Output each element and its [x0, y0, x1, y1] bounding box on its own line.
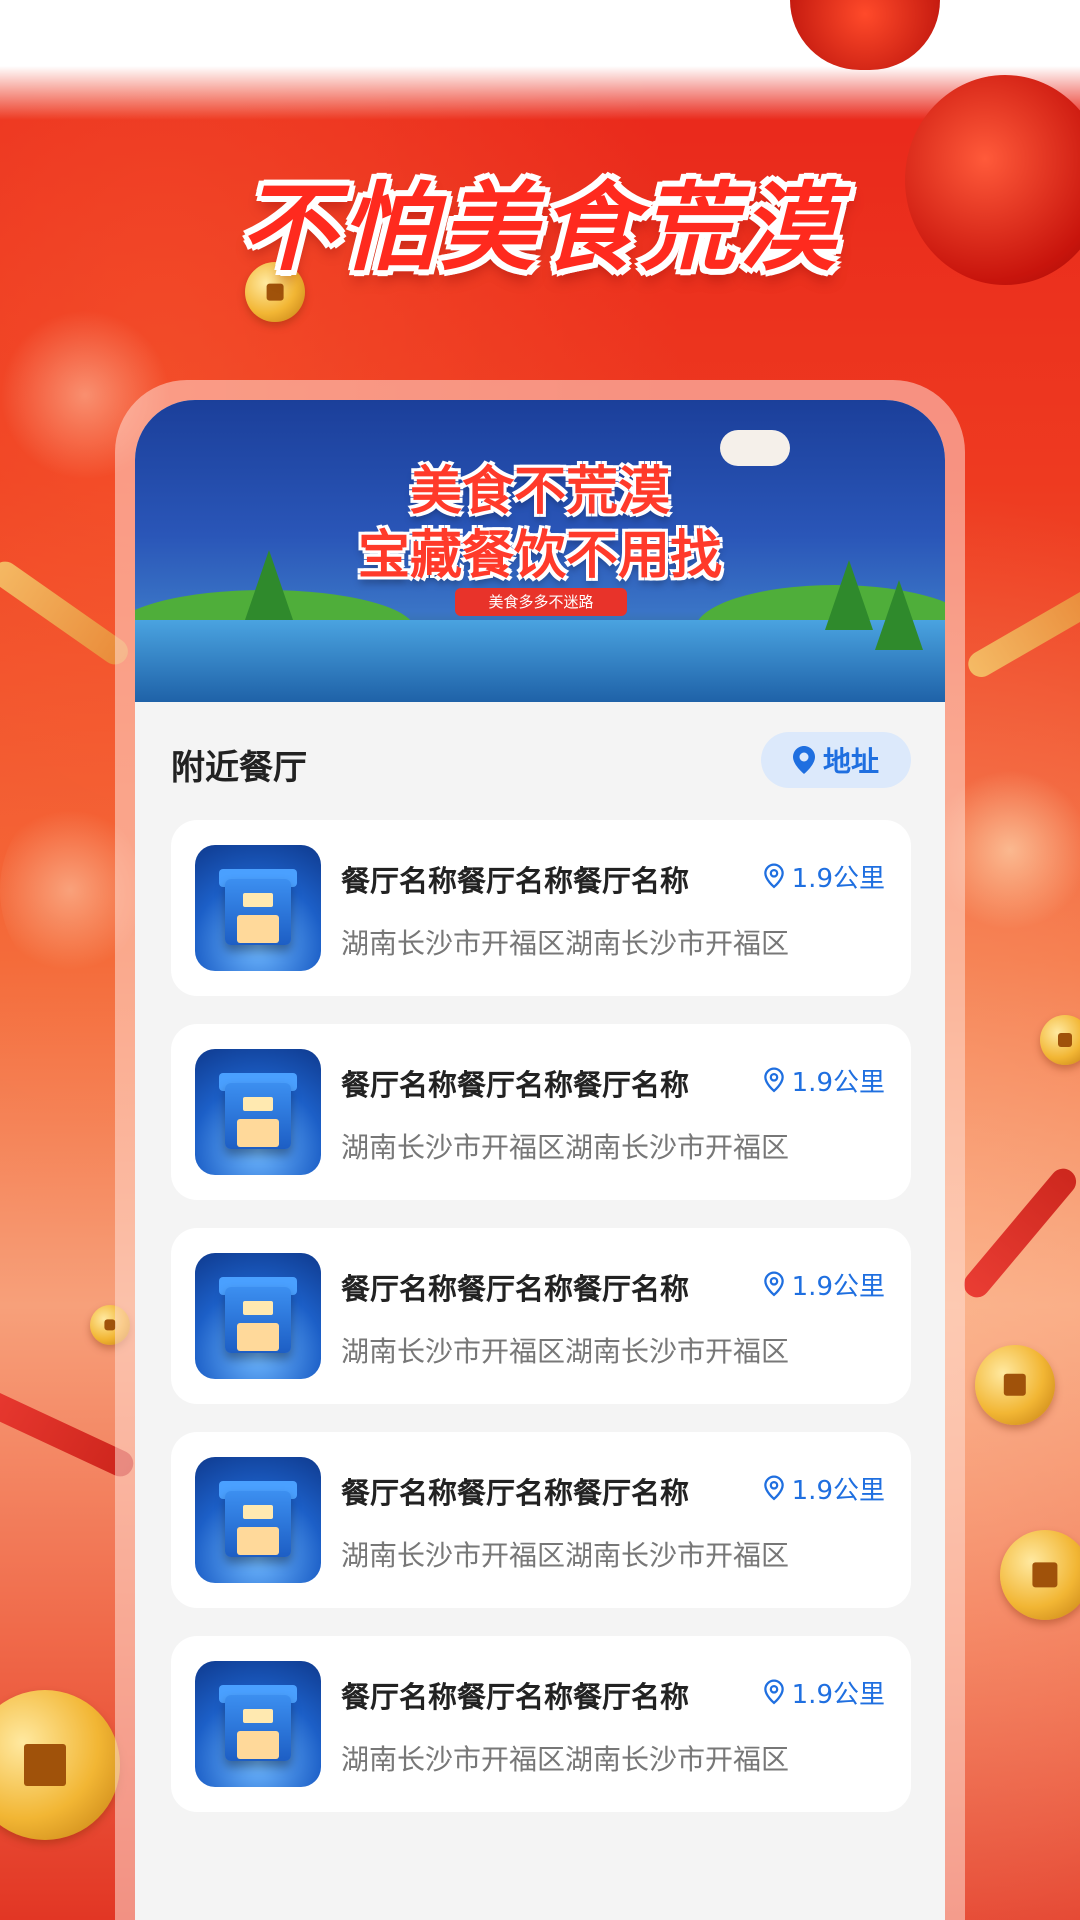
restaurant-list-item[interactable]: 餐厅名称餐厅名称餐厅名称 1.9公里 湖南长沙市开福区湖南长沙市开福区 — [171, 1228, 911, 1404]
banner-title-line2: 宝藏餐饮不用找 — [357, 526, 722, 586]
distance-value: 1.9公里 — [791, 1680, 885, 1710]
restaurant-list-item[interactable]: 餐厅名称餐厅名称餐厅名称 1.9公里 湖南长沙市开福区湖南长沙市开福区 — [171, 1024, 911, 1200]
restaurant-distance: 1.9公里 — [763, 1470, 885, 1507]
restaurant-list: 餐厅名称餐厅名称餐厅名称 1.9公里 湖南长沙市开福区湖南长沙市开福区 餐厅名称… — [171, 820, 911, 1840]
address-button[interactable]: 地址 — [761, 732, 911, 788]
restaurant-address: 湖南长沙市开福区湖南长沙市开福区 — [341, 1131, 790, 1164]
banner-title: 美食不荒漠 宝藏餐饮不用找 — [135, 460, 945, 588]
location-pin-icon — [792, 746, 815, 774]
restaurant-sign-decoration — [243, 893, 273, 907]
page-headline: 不怕美食荒漠 — [240, 172, 840, 284]
ribbon-right-lower-decoration — [958, 1163, 1080, 1303]
banner-water-decoration — [135, 620, 945, 702]
restaurant-thumbnail — [195, 845, 321, 971]
restaurant-distance: 1.9公里 — [763, 1674, 885, 1711]
location-pin-icon — [763, 1678, 786, 1707]
restaurant-sign-decoration — [243, 1505, 273, 1519]
restaurant-address: 湖南长沙市开福区湖南长沙市开福区 — [341, 927, 790, 960]
restaurant-door-decoration — [237, 1731, 279, 1759]
location-pin-icon — [763, 1066, 786, 1095]
restaurant-list-item[interactable]: 餐厅名称餐厅名称餐厅名称 1.9公里 湖南长沙市开福区湖南长沙市开福区 — [171, 1636, 911, 1812]
section-title: 附近餐厅 — [171, 748, 307, 788]
restaurant-door-decoration — [237, 1119, 279, 1147]
restaurant-address: 湖南长沙市开福区湖南长沙市开福区 — [341, 1743, 790, 1776]
restaurant-list-item[interactable]: 餐厅名称餐厅名称餐厅名称 1.9公里 湖南长沙市开福区湖南长沙市开福区 — [171, 1432, 911, 1608]
restaurant-name: 餐厅名称餐厅名称餐厅名称 — [341, 1476, 690, 1510]
restaurant-sign-decoration — [243, 1301, 273, 1315]
restaurant-address: 湖南长沙市开福区湖南长沙市开福区 — [341, 1335, 790, 1368]
distance-value: 1.9公里 — [791, 1068, 885, 1098]
restaurant-name: 餐厅名称餐厅名称餐厅名称 — [341, 864, 690, 898]
banner-tree-decoration — [875, 580, 923, 650]
distance-value: 1.9公里 — [791, 1272, 885, 1302]
distance-value: 1.9公里 — [791, 864, 885, 894]
ribbon-right-decoration — [963, 584, 1080, 682]
restaurant-distance: 1.9公里 — [763, 1266, 885, 1303]
restaurant-sign-decoration — [243, 1097, 273, 1111]
promo-banner[interactable]: 美食不荒漠 宝藏餐饮不用找 美食多多不迷路 — [135, 400, 945, 702]
restaurant-door-decoration — [237, 915, 279, 943]
address-button-label: 地址 — [822, 745, 879, 778]
restaurant-name: 餐厅名称餐厅名称餐厅名称 — [341, 1068, 690, 1102]
banner-title-line1: 美食不荒漠 — [409, 462, 670, 522]
coin-decoration — [1000, 1530, 1080, 1620]
restaurant-thumbnail — [195, 1457, 321, 1583]
location-pin-icon — [763, 1474, 786, 1503]
coin-decoration — [975, 1345, 1055, 1425]
location-pin-icon — [763, 862, 786, 891]
banner-tag: 美食多多不迷路 — [455, 588, 627, 616]
nearby-section-header: 附近餐厅 地址 — [171, 730, 911, 790]
restaurant-door-decoration — [237, 1323, 279, 1351]
restaurant-name: 餐厅名称餐厅名称餐厅名称 — [341, 1272, 690, 1306]
restaurant-name: 餐厅名称餐厅名称餐厅名称 — [341, 1680, 690, 1714]
restaurant-address: 湖南长沙市开福区湖南长沙市开福区 — [341, 1539, 790, 1572]
restaurant-distance: 1.9公里 — [763, 858, 885, 895]
main-card: 美食不荒漠 宝藏餐饮不用找 美食多多不迷路 附近餐厅 地址 餐厅名称餐厅名称餐厅… — [135, 400, 945, 1920]
distance-value: 1.9公里 — [791, 1476, 885, 1506]
ribbon-left-decoration — [0, 556, 133, 670]
restaurant-door-decoration — [237, 1527, 279, 1555]
location-pin-icon — [763, 1270, 786, 1299]
restaurant-sign-decoration — [243, 1709, 273, 1723]
restaurant-distance: 1.9公里 — [763, 1062, 885, 1099]
restaurant-thumbnail — [195, 1661, 321, 1787]
restaurant-thumbnail — [195, 1253, 321, 1379]
restaurant-thumbnail — [195, 1049, 321, 1175]
coin-decoration — [0, 1690, 120, 1840]
restaurant-list-item[interactable]: 餐厅名称餐厅名称餐厅名称 1.9公里 湖南长沙市开福区湖南长沙市开福区 — [171, 820, 911, 996]
coin-decoration — [1040, 1015, 1080, 1065]
